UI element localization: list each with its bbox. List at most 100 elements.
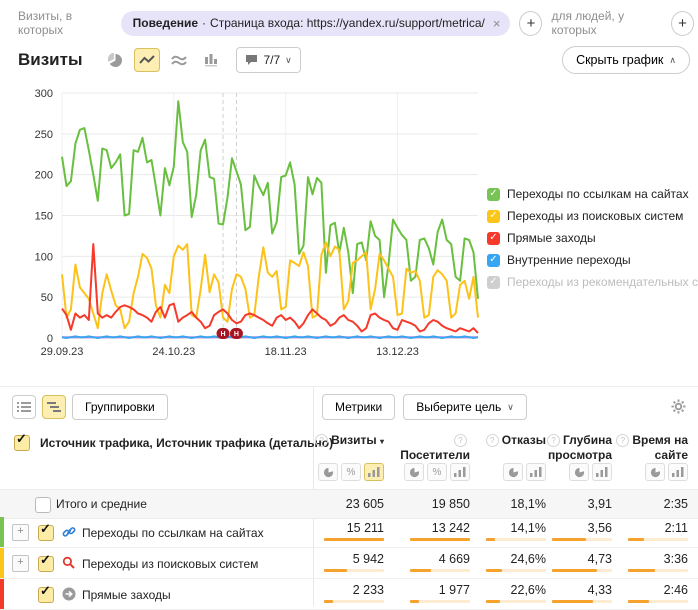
segment-prefix-label: Визиты, в которых: [18, 9, 112, 37]
legend-label: Переходы из рекомендательных систем: [507, 275, 698, 289]
metric-display-toggles: [532, 463, 612, 481]
row-value: 5 942: [304, 552, 384, 566]
check-icon: ✓: [40, 552, 51, 568]
row-color-strip: [0, 517, 4, 547]
plus-icon: +: [678, 16, 687, 31]
segment-chip-category: Поведение: [133, 16, 198, 30]
visits-chart-area: 05010015020025030029.09.2324.10.2318.11.…: [8, 84, 482, 361]
series-line: [62, 244, 478, 333]
legend-item[interactable]: ✓Внутренние переходы: [487, 249, 695, 271]
table-rows: +✓Переходы по ссылкам на сайтах15 21113 …: [0, 517, 698, 610]
legend-checkbox[interactable]: ✓: [487, 254, 500, 267]
toggle-bars-button[interactable]: [668, 463, 688, 481]
add-visit-condition-button[interactable]: +: [519, 11, 542, 36]
metrics-button[interactable]: Метрики: [322, 394, 395, 420]
select-all-checkbox[interactable]: ✓: [14, 435, 30, 451]
page-title: Визиты: [18, 50, 82, 70]
hide-chart-label: Скрыть график: [576, 53, 663, 67]
comment-icon: [245, 54, 258, 66]
toggle-percent-button[interactable]: %: [427, 463, 447, 481]
flat-view-button[interactable]: [12, 395, 36, 419]
row-checkbox[interactable]: ✓: [38, 556, 54, 572]
toggle-pie-button[interactable]: [503, 463, 523, 481]
close-icon[interactable]: ×: [493, 16, 501, 31]
toggle-pie-button[interactable]: [318, 463, 338, 481]
groupings-button[interactable]: Группировки: [72, 394, 168, 420]
value-bar: [410, 600, 470, 603]
y-axis-tick: 0: [47, 333, 53, 345]
goal-select-label: Выберите цель: [416, 400, 501, 414]
value-bar: [552, 600, 612, 603]
add-user-condition-button[interactable]: +: [671, 11, 694, 36]
row-label[interactable]: Переходы по ссылкам на сайтах: [82, 526, 264, 540]
direct-icon: [62, 587, 76, 604]
legend-item[interactable]: ✓Прямые заходы: [487, 227, 695, 249]
chart-type-line-button[interactable]: [134, 48, 160, 72]
x-axis-tick: 24.10.23: [152, 346, 195, 358]
row-value: 3:36: [608, 552, 688, 566]
groupings-label: Группировки: [85, 400, 155, 414]
chart-type-stacked-button[interactable]: [166, 48, 192, 72]
segment-chip[interactable]: Поведение · Страница входа: https://yand…: [121, 11, 511, 36]
gear-icon: [671, 399, 686, 414]
legend-checkbox[interactable]: ✓: [487, 188, 500, 201]
x-axis-tick: 29.09.23: [41, 346, 84, 358]
tree-view-button[interactable]: [42, 395, 66, 419]
row-checkbox[interactable]: ✓: [38, 525, 54, 541]
totals-value: 3,91: [532, 497, 612, 511]
legend-checkbox[interactable]: ✓: [487, 232, 500, 245]
dimension-header: ✓ Источник трафика, Источник трафика (де…: [14, 435, 333, 451]
row-value: 15 211: [304, 521, 384, 535]
chart-legend: ✓Переходы по ссылкам на сайтах✓Переходы …: [487, 183, 695, 293]
line-chart-icon: [139, 54, 155, 66]
x-axis-tick: 18.11.23: [265, 346, 307, 358]
row-label[interactable]: Прямые заходы: [82, 588, 171, 602]
chart-type-pie-button[interactable]: [102, 48, 128, 72]
totals-label: Итого и средние: [56, 497, 147, 511]
y-axis-tick: 100: [35, 251, 53, 263]
metric-column-header[interactable]: ?Время на сайте: [608, 433, 688, 463]
value-bar: [324, 600, 384, 603]
value-bar: [552, 569, 612, 572]
pie-chart-icon: [108, 53, 123, 68]
totals-value: 2:35: [608, 497, 688, 511]
legend-checkbox[interactable]: ✓: [487, 276, 500, 289]
toggle-pie-button[interactable]: [569, 463, 589, 481]
expand-row-button[interactable]: +: [12, 555, 29, 572]
totals-checkbox[interactable]: [35, 497, 51, 513]
hide-chart-button[interactable]: Скрыть график ∧: [562, 46, 690, 74]
y-axis-tick: 200: [35, 170, 53, 182]
toggle-percent-button[interactable]: %: [341, 463, 361, 481]
metric-column-header[interactable]: ?Посетители: [390, 433, 470, 463]
table-row: +✓Переходы по ссылкам на сайтах15 21113 …: [0, 517, 698, 548]
stacked-area-icon: [171, 54, 187, 67]
toggle-bars-button[interactable]: [364, 463, 384, 481]
metric-column-header[interactable]: ?Визиты ▾: [304, 433, 384, 448]
legend-item[interactable]: ✓Переходы по ссылкам на сайтах: [487, 183, 695, 205]
value-bar: [486, 538, 546, 541]
legend-item[interactable]: ✓Переходы из поисковых систем: [487, 205, 695, 227]
segment-chip-separator: ·: [202, 16, 206, 30]
value-bar: [552, 538, 612, 541]
chevron-down-icon: ∨: [507, 402, 514, 413]
metric-column-header[interactable]: ?Глубина просмотра: [532, 433, 612, 463]
expand-row-button[interactable]: +: [12, 524, 29, 541]
chart-type-columns-button[interactable]: [198, 48, 224, 72]
check-icon: ✓: [40, 521, 51, 537]
notes-selector[interactable]: 7/7 ∨: [236, 47, 300, 73]
value-bar: [486, 569, 546, 572]
goal-select[interactable]: Выберите цель ∨: [403, 394, 527, 420]
list-view-icon: [17, 401, 31, 413]
segment-bar: Визиты, в которых Поведение · Страница в…: [18, 8, 694, 38]
table-settings-gear[interactable]: [671, 399, 686, 417]
table-toolbar: Группировки: [12, 394, 168, 420]
visits-chart[interactable]: 05010015020025030029.09.2324.10.2318.11.…: [8, 84, 482, 358]
toggle-pie-button[interactable]: [645, 463, 665, 481]
toggle-pie-button[interactable]: [404, 463, 424, 481]
legend-checkbox[interactable]: ✓: [487, 210, 500, 223]
row-checkbox[interactable]: ✓: [38, 587, 54, 603]
row-label[interactable]: Переходы из поисковых систем: [82, 557, 258, 571]
plus-icon: +: [527, 16, 536, 31]
legend-item[interactable]: ✓ Переходы из рекомендательных систем: [487, 271, 695, 293]
metric-display-toggles: %: [390, 463, 470, 481]
